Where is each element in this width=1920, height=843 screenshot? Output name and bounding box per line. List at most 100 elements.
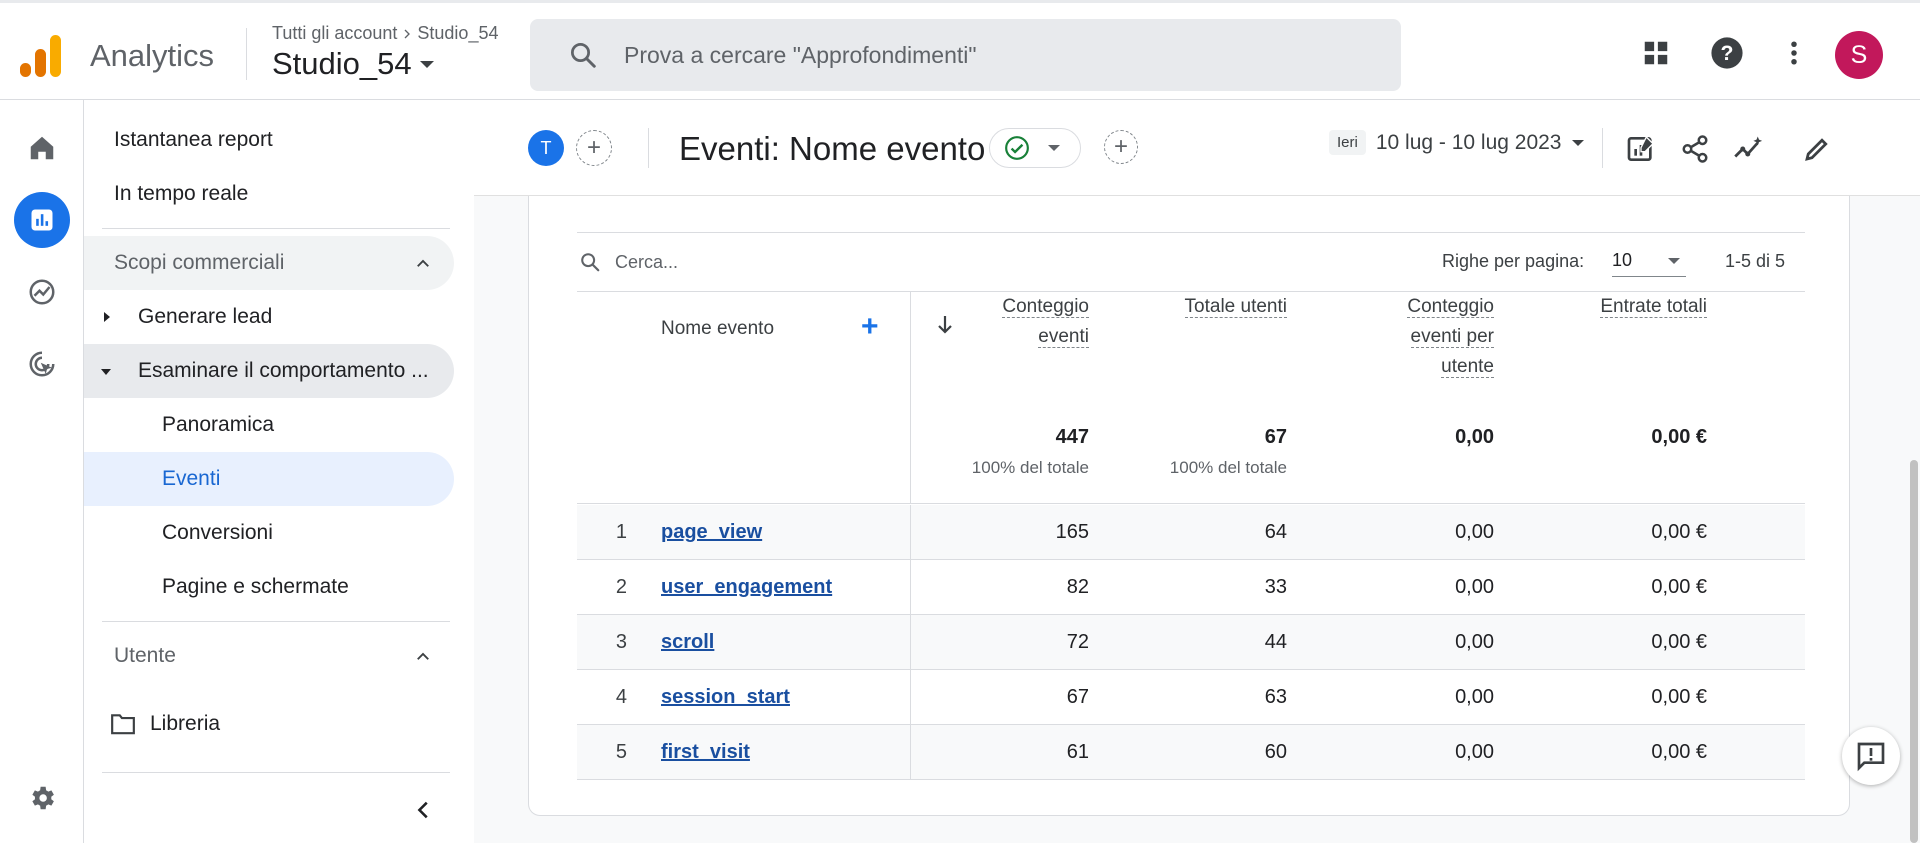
total-users-cell: 60 bbox=[1264, 741, 1287, 763]
reports-icon[interactable] bbox=[14, 192, 70, 248]
caret-down-icon bbox=[1571, 139, 1584, 146]
help-icon[interactable]: ? bbox=[1707, 33, 1747, 73]
report-toolbar: T + Eventi: Nome evento + Ieri 10 lug - … bbox=[474, 100, 1920, 196]
column-divider bbox=[910, 670, 911, 725]
table-header: Nome evento + Conteggio eventi Totale ut… bbox=[577, 292, 1805, 504]
group-label: Generare lead bbox=[138, 305, 273, 328]
collapse-arrow-icon bbox=[101, 369, 111, 375]
customize-report-icon[interactable] bbox=[1622, 130, 1660, 168]
revenue-cell: 0,00 € bbox=[1651, 631, 1707, 653]
event-count-cell: 82 bbox=[1066, 576, 1089, 598]
nav-realtime[interactable]: In tempo reale bbox=[114, 182, 248, 206]
revenue-cell: 0,00 € bbox=[1651, 686, 1707, 708]
property-picker[interactable]: Studio_54 bbox=[272, 46, 434, 82]
event-name-link[interactable]: scroll bbox=[661, 631, 714, 654]
event-name-link[interactable]: page_view bbox=[661, 521, 762, 544]
total-users-share: 100% del totale bbox=[1169, 458, 1287, 477]
rows-per-page-value: 10 bbox=[1612, 250, 1633, 270]
divider bbox=[102, 772, 450, 773]
dimension-header[interactable]: Nome evento bbox=[661, 318, 774, 340]
column-divider bbox=[910, 560, 911, 615]
edit-pencil-icon[interactable] bbox=[1798, 130, 1836, 168]
nav-item-events[interactable]: Eventi bbox=[84, 452, 454, 506]
section-business-objectives[interactable]: Scopi commerciali bbox=[84, 236, 454, 290]
check-circle-icon bbox=[1005, 136, 1029, 160]
event-count-cell: 61 bbox=[1066, 741, 1089, 763]
nav-item-pages-screens[interactable]: Pagine e schermate bbox=[84, 560, 454, 614]
advertising-icon[interactable] bbox=[14, 336, 70, 392]
chevron-up-icon bbox=[417, 652, 429, 660]
events-per-user-cell: 0,00 bbox=[1455, 576, 1494, 598]
revenue-cell: 0,00 € bbox=[1651, 576, 1707, 598]
total-revenue: 0,00 € bbox=[1651, 426, 1707, 448]
search-icon bbox=[581, 253, 600, 272]
arrow-down-sort-icon[interactable] bbox=[935, 314, 955, 336]
page-scrollbar[interactable] bbox=[1910, 460, 1918, 843]
more-vert-icon[interactable] bbox=[1774, 33, 1814, 73]
table-search-input[interactable] bbox=[615, 251, 1115, 273]
column-divider bbox=[910, 725, 911, 780]
home-icon[interactable] bbox=[14, 120, 70, 176]
avatar[interactable]: S bbox=[1835, 31, 1883, 79]
divider bbox=[102, 228, 450, 229]
comparison-chip[interactable]: T bbox=[528, 130, 564, 166]
events-per-user-cell: 0,00 bbox=[1455, 686, 1494, 708]
event-name-link[interactable]: session_start bbox=[661, 686, 790, 709]
column-divider bbox=[910, 505, 911, 560]
nav-group-examine-behavior[interactable]: Esaminare il comportamento ... bbox=[84, 344, 454, 398]
event-name-link[interactable]: user_engagement bbox=[661, 576, 832, 599]
rows-per-page-select[interactable]: 10 bbox=[1612, 245, 1686, 277]
nav-group-generate-leads[interactable]: Generare lead bbox=[84, 290, 454, 344]
add-dimension-button[interactable]: + bbox=[861, 312, 879, 342]
share-icon[interactable] bbox=[1676, 130, 1714, 168]
folder-icon bbox=[111, 714, 135, 735]
chevron-up-icon bbox=[417, 259, 429, 267]
breadcrumb-property[interactable]: Studio_54 bbox=[417, 23, 498, 44]
nav-library[interactable]: Libreria bbox=[110, 712, 220, 736]
settings-icon[interactable] bbox=[14, 770, 70, 826]
nav-item-conversions[interactable]: Conversioni bbox=[84, 506, 454, 560]
event-name-link[interactable]: first_visit bbox=[661, 741, 750, 764]
table-row: 3 scroll 72 44 0,00 0,00 € bbox=[577, 615, 1805, 670]
header-line: Totale utenti bbox=[1184, 296, 1287, 318]
total-users-cell: 44 bbox=[1264, 631, 1287, 653]
section-user[interactable]: Utente bbox=[84, 629, 454, 683]
search-input[interactable] bbox=[624, 41, 1324, 69]
rows-per-page-label: Righe per pagina: bbox=[1442, 251, 1585, 271]
header-total-users[interactable]: Totale utenti bbox=[1117, 292, 1287, 322]
header-line: eventi per bbox=[1410, 326, 1494, 348]
header-total-revenue[interactable]: Entrate totali bbox=[1537, 292, 1707, 322]
add-comparison-button[interactable]: + bbox=[576, 130, 612, 166]
property-name: Studio_54 bbox=[272, 46, 412, 81]
date-range-picker[interactable]: Ieri 10 lug - 10 lug 2023 bbox=[1329, 130, 1584, 155]
total-users: 67 bbox=[1264, 426, 1287, 448]
events-per-user-cell: 0,00 bbox=[1455, 521, 1494, 543]
divider bbox=[1602, 128, 1603, 168]
header-events-per-user[interactable]: Conteggio eventi per utente bbox=[1357, 292, 1494, 382]
divider bbox=[102, 621, 450, 622]
table-row: 2 user_engagement 82 33 0,00 0,00 € bbox=[577, 560, 1805, 615]
analytics-logo-icon[interactable] bbox=[20, 33, 64, 77]
breadcrumb-accounts[interactable]: Tutti gli account bbox=[272, 23, 397, 44]
row-index: 2 bbox=[615, 576, 627, 598]
caret-down-icon bbox=[419, 60, 434, 68]
nav-reports-snapshot[interactable]: Istantanea report bbox=[114, 128, 273, 152]
explore-icon[interactable] bbox=[14, 264, 70, 320]
insights-icon[interactable] bbox=[1730, 130, 1768, 168]
library-label: Libreria bbox=[150, 712, 221, 735]
collapse-nav-button[interactable] bbox=[404, 790, 444, 830]
account-breadcrumb[interactable]: Tutti gli account Studio_54 bbox=[272, 23, 498, 44]
events-per-user-cell: 0,00 bbox=[1455, 741, 1494, 763]
feedback-button[interactable] bbox=[1842, 727, 1900, 785]
header-line: Entrate totali bbox=[1600, 296, 1707, 318]
global-search[interactable] bbox=[530, 19, 1401, 91]
table-search[interactable]: Righe per pagina: 10 1-5 di 5 bbox=[577, 232, 1805, 292]
header-line: utente bbox=[1441, 356, 1494, 378]
report-status-button[interactable] bbox=[989, 128, 1081, 168]
nav-item-overview[interactable]: Panoramica bbox=[84, 398, 454, 452]
apps-grid-icon[interactable] bbox=[1636, 33, 1676, 73]
header-line: Conteggio bbox=[1002, 296, 1089, 318]
total-users-cell: 63 bbox=[1264, 686, 1287, 708]
header-event-count[interactable]: Conteggio eventi bbox=[987, 292, 1089, 352]
add-filter-button[interactable]: + bbox=[1104, 130, 1138, 164]
